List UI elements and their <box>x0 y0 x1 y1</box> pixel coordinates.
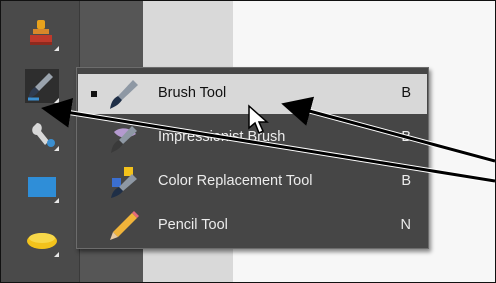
screenshot-frame: Brush Tool B Impressionist Brush B Color… <box>0 0 496 283</box>
mouse-pointer-icon <box>248 104 269 135</box>
callout-arrows <box>41 96 495 184</box>
